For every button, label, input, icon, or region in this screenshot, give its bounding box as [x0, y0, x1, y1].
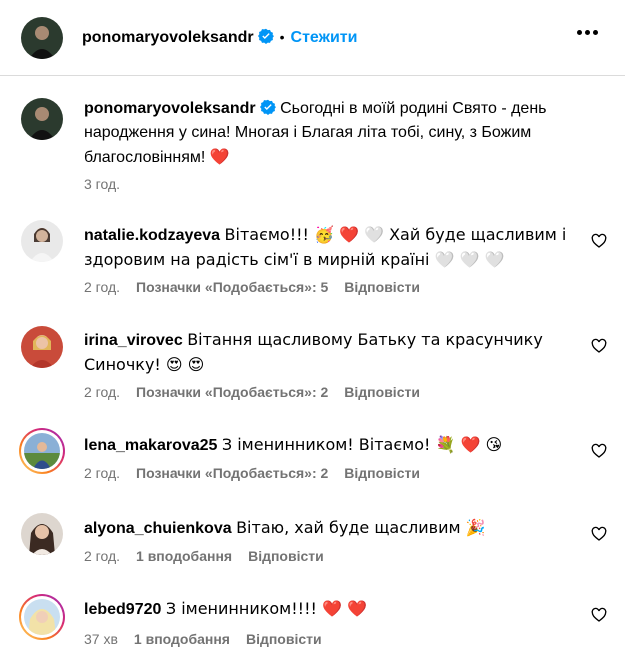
comment-avatar-story-ring[interactable]: [19, 594, 65, 640]
comment-likes[interactable]: 1 вподобання: [134, 631, 230, 647]
comment-username[interactable]: lebed9720: [84, 601, 161, 618]
comment-text: lena_makarova25 З іменинником! Вітаємо! …: [84, 433, 584, 458]
caption-meta: 3 год.: [84, 176, 120, 192]
comment-body-line1: З іменинником! Вітаємо! 💐 ❤️ 😘: [221, 435, 503, 454]
like-heart-icon[interactable]: [591, 607, 607, 623]
comment-username[interactable]: irina_virovec: [84, 332, 183, 349]
reply-button[interactable]: Відповісти: [344, 279, 420, 295]
comment-username[interactable]: alyona_chuienkova: [84, 520, 232, 537]
comment-meta: 2 год. Позначки «Подобається»: 2 Відпові…: [84, 384, 420, 400]
comment-text: alyona_chuienkova Вітаю, хай буде щаслив…: [84, 516, 584, 541]
comment-body-line2: Синочку! 😍 😍: [84, 355, 205, 374]
comment-text: natalie.kodzayeva Вітаємо!!! 🥳 ❤️ 🤍 Хай …: [84, 223, 584, 273]
comment-body-line1: З іменинником!!!! ❤️ ❤️: [165, 599, 367, 618]
comment-time[interactable]: 2 год.: [84, 279, 120, 295]
comment-likes[interactable]: Позначки «Подобається»: 5: [136, 279, 328, 295]
comment-time[interactable]: 2 год.: [84, 465, 120, 481]
header-title-row: ponomaryovoleksandr • Стежити: [82, 28, 357, 47]
comment-likes[interactable]: Позначки «Подобається»: 2: [136, 465, 328, 481]
comment-text: irina_virovec Вітання щасливому Батьку т…: [84, 328, 584, 378]
comment-avatar[interactable]: [21, 513, 63, 555]
comment-time[interactable]: 37 хв: [84, 631, 118, 647]
reply-button[interactable]: Відповісти: [248, 548, 324, 564]
comment-avatar-story-ring[interactable]: [19, 428, 65, 474]
comment-likes[interactable]: Позначки «Подобається»: 2: [136, 384, 328, 400]
like-heart-icon[interactable]: [591, 338, 607, 354]
comment-username[interactable]: lena_makarova25: [84, 437, 217, 454]
comment-body-line1: Вітаємо!!! 🥳 ❤️ 🤍 Хай буде щасливим і: [224, 225, 567, 244]
comment-avatar[interactable]: [21, 220, 63, 262]
follow-button[interactable]: Стежити: [291, 29, 358, 46]
comment-username[interactable]: natalie.kodzayeva: [84, 227, 220, 244]
reply-button[interactable]: Відповісти: [344, 465, 420, 481]
comment-text: lebed9720 З іменинником!!!! ❤️ ❤️: [84, 597, 584, 622]
reply-button[interactable]: Відповісти: [344, 384, 420, 400]
like-heart-icon[interactable]: [591, 443, 607, 459]
comment-meta: 2 год. 1 вподобання Відповісти: [84, 548, 324, 564]
caption-time[interactable]: 3 год.: [84, 176, 120, 192]
comment-body-line2: здоровим на радість сім'ї в мирній країн…: [84, 250, 505, 269]
comment-likes[interactable]: 1 вподобання: [136, 548, 232, 564]
comment-time[interactable]: 2 год.: [84, 548, 120, 564]
comment-time[interactable]: 2 год.: [84, 384, 120, 400]
comment-meta: 37 хв 1 вподобання Відповісти: [84, 631, 322, 647]
verified-badge-icon: [259, 99, 276, 115]
author-username[interactable]: ponomaryovoleksandr: [82, 29, 254, 46]
caption-username[interactable]: ponomaryovoleksandr: [84, 100, 256, 117]
reply-button[interactable]: Відповісти: [246, 631, 322, 647]
comment-body-line1: Вітаю, хай буде щасливим 🎉: [236, 518, 486, 537]
more-options-icon[interactable]: [577, 30, 599, 36]
author-avatar[interactable]: [21, 17, 63, 59]
comment-avatar[interactable]: [21, 326, 63, 368]
comment-meta: 2 год. Позначки «Подобається»: 2 Відпові…: [84, 465, 420, 481]
like-heart-icon[interactable]: [591, 233, 607, 249]
comment-meta: 2 год. Позначки «Подобається»: 5 Відпові…: [84, 279, 420, 295]
verified-badge-icon: [257, 28, 274, 44]
caption-author-avatar[interactable]: [21, 98, 63, 140]
caption-text: ponomaryovoleksandr Сьогодні в моїй роди…: [84, 97, 604, 170]
comment-body-line1: Вітання щасливому Батьку та красунчику: [187, 330, 543, 349]
like-heart-icon[interactable]: [591, 526, 607, 542]
post-header: ponomaryovoleksandr • Стежити: [0, 0, 625, 76]
caption-emoji: ❤️: [209, 147, 230, 166]
header-separator: •: [279, 29, 285, 45]
